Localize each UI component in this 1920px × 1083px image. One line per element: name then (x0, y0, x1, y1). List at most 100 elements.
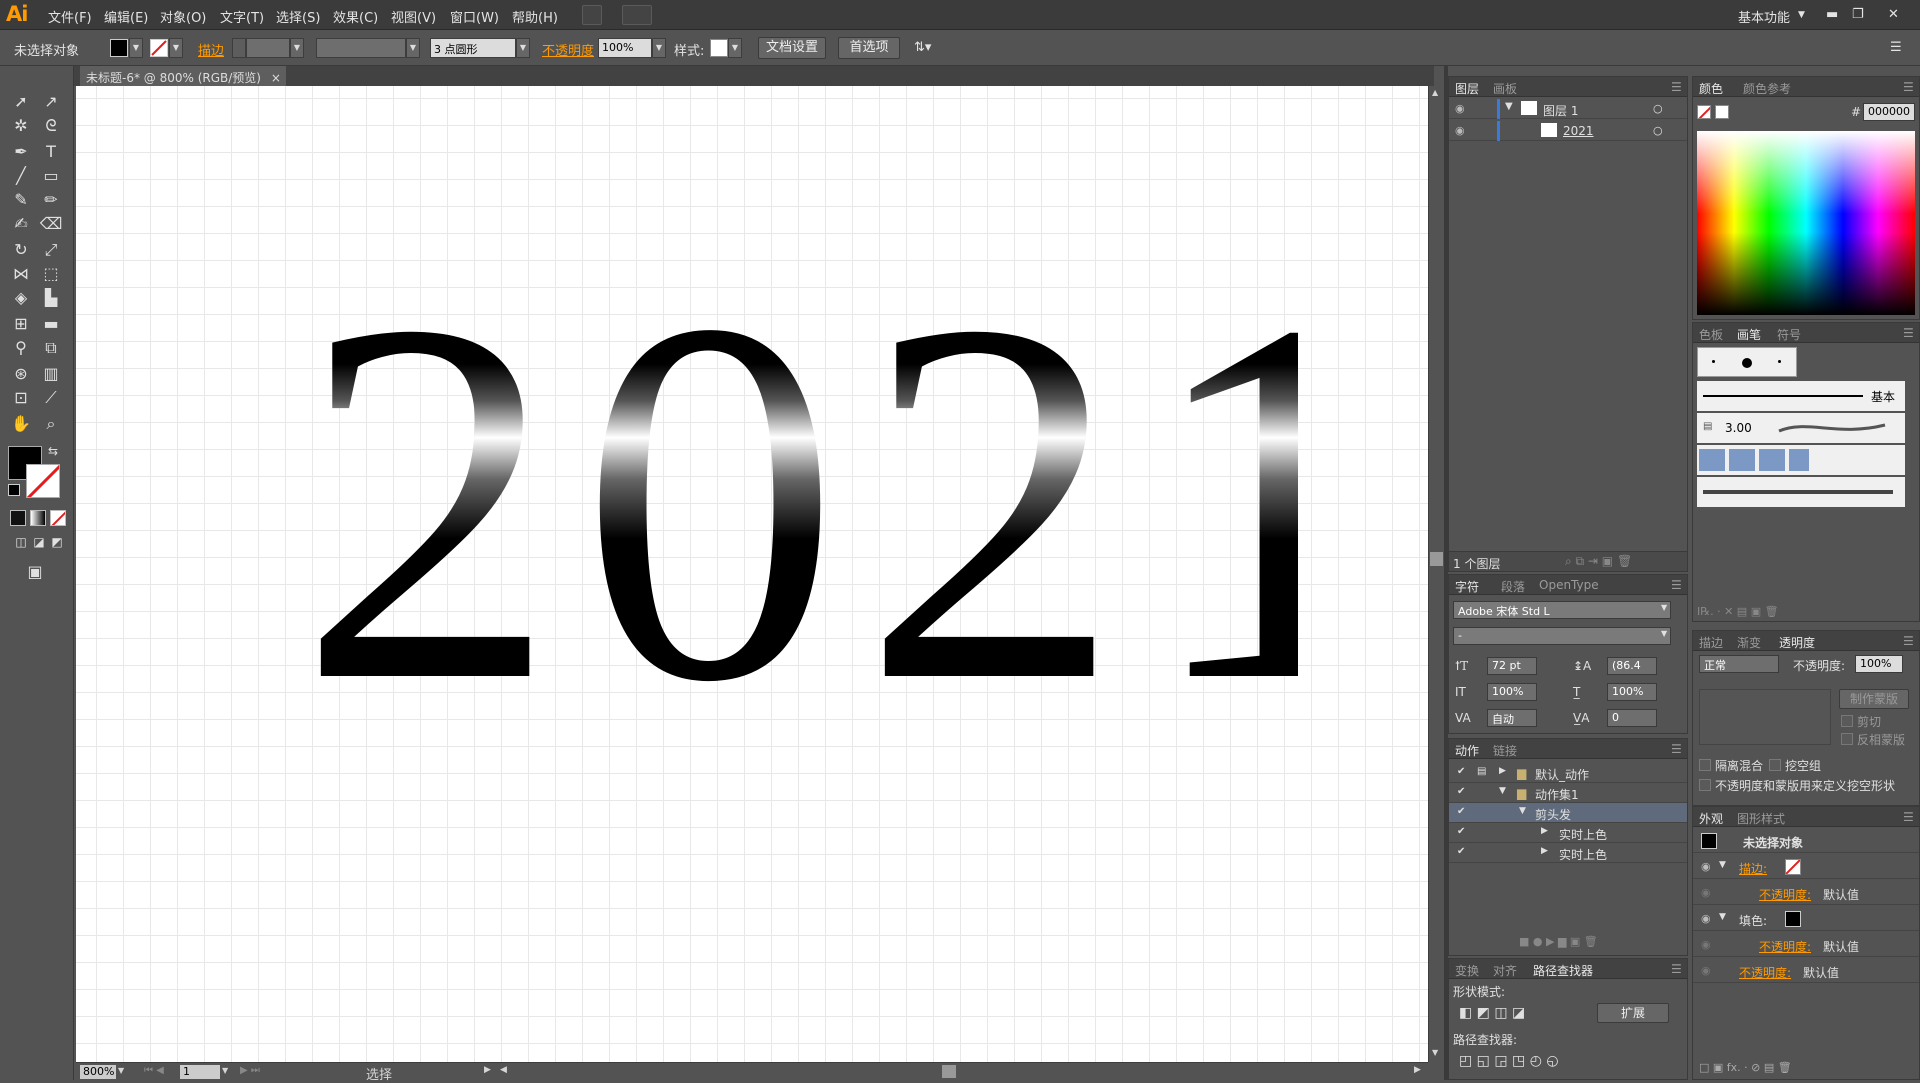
check-icon[interactable]: ✔ (1457, 766, 1465, 777)
object-opacity-row[interactable]: ◉ 不透明度: 默认值 (1693, 959, 1919, 983)
style-dropdown[interactable]: ▼ (728, 38, 742, 58)
color-spectrum[interactable] (1697, 131, 1915, 315)
expand-arrow-icon[interactable]: ▼ (1719, 860, 1726, 870)
tab-paragraph[interactable]: 段落 (1501, 578, 1525, 595)
stroke-weight-dropdown[interactable]: ▼ (290, 38, 304, 58)
arrange-documents-button[interactable] (622, 5, 652, 25)
tab-character[interactable]: 字符 (1455, 578, 1479, 595)
close-tab-icon[interactable]: × (271, 71, 281, 85)
knockout-group-checkbox[interactable] (1769, 759, 1781, 771)
action-controls-icons[interactable]: ■ ● ▶ ▆ ▣ 🗑 (1519, 935, 1598, 948)
opacity-mask-knockout-checkbox[interactable] (1699, 779, 1711, 791)
action-step-row[interactable]: ✔ ▶ 实时上色 (1449, 843, 1687, 863)
none-swatch[interactable] (1697, 105, 1711, 119)
panel-menu-icon[interactable]: ☰ (1671, 742, 1682, 756)
stroke-opacity-label[interactable]: 不透明度: (1759, 886, 1811, 903)
layer-name[interactable]: 图层 1 (1543, 102, 1578, 119)
opacity-label[interactable]: 不透明度 (542, 40, 594, 59)
tab-opentype[interactable]: OpenType (1539, 578, 1599, 592)
line-tool-icon[interactable]: ╱ (8, 164, 34, 188)
width-tool-icon[interactable]: ⋈ (8, 262, 34, 286)
fill-label[interactable]: 填色: (1739, 912, 1767, 929)
stroke-label[interactable]: 描边 (198, 40, 224, 59)
visibility-eye-icon[interactable]: ◉ (1701, 860, 1711, 873)
variable-width-profile[interactable] (316, 38, 406, 58)
panel-menu-icon[interactable]: ☰ (1903, 326, 1914, 340)
status-menu-icon[interactable]: ▶ (484, 1065, 491, 1075)
document-tab[interactable]: 未标题-6* @ 800% (RGB/预览) × (80, 66, 286, 86)
screen-mode-icon[interactable]: ▣ (22, 560, 48, 584)
action-set-row[interactable]: ✔ ▼ ▆ 动作集1 (1449, 783, 1687, 803)
layer-row[interactable]: ◉ 2021 ○ (1449, 121, 1687, 141)
fill-opacity-row[interactable]: ◉ 不透明度: 默认值 (1693, 933, 1919, 957)
blob-brush-tool-icon[interactable]: ✍ (8, 212, 34, 236)
selection-tool-icon[interactable]: ➚ (8, 90, 34, 114)
panel-menu-icon[interactable]: ☰ (1671, 578, 1682, 592)
scroll-right-icon[interactable]: ▶ (1414, 1065, 1421, 1075)
hex-input[interactable]: 000000 (1863, 103, 1915, 121)
panel-menu-icon[interactable]: ☰ (1671, 80, 1682, 94)
opacity-dropdown[interactable]: ▼ (652, 38, 666, 58)
object-name[interactable]: 2021 (1563, 124, 1594, 138)
menu-window[interactable]: 窗口(W) (450, 7, 499, 26)
scroll-down-icon[interactable]: ▼ (1432, 1048, 1438, 1057)
pencil-tool-icon[interactable]: ✏ (38, 188, 64, 212)
artboard-tool-icon[interactable]: ⊡ (8, 386, 34, 410)
tab-stroke[interactable]: 描边 (1699, 634, 1723, 651)
tab-color-guide[interactable]: 颜色参考 (1743, 80, 1791, 97)
tracking-input[interactable]: 0 (1607, 709, 1657, 727)
close-icon[interactable]: ✕ (1888, 7, 1899, 22)
stroke-weight-stepper[interactable] (232, 38, 246, 58)
layer-action-icons[interactable]: ⌕ ⧉ ⇥ ▣ 🗑 (1565, 554, 1632, 569)
graph-tool-icon[interactable]: ▙ (38, 286, 64, 310)
lasso-tool-icon[interactable]: ᘓ (38, 114, 64, 138)
stroke-label[interactable]: 描边: (1739, 860, 1767, 877)
pen-tool-icon[interactable]: ✒ (8, 140, 34, 164)
vertical-scale-input[interactable]: 100% (1487, 683, 1537, 701)
tab-links[interactable]: 链接 (1493, 742, 1517, 759)
appearance-footer-icons[interactable]: □ ▣ fx. · ⊘ ▤ 🗑 (1699, 1061, 1792, 1074)
check-icon[interactable]: ✔ (1457, 846, 1465, 857)
column-graph-tool-icon[interactable]: ▥ (38, 362, 64, 386)
chevron-down-icon[interactable]: ▼ (1661, 603, 1667, 612)
tab-graphic-styles[interactable]: 图形样式 (1737, 810, 1785, 827)
leading-input[interactable]: (86.4 (1607, 657, 1657, 675)
horizontal-scroll-thumb[interactable] (942, 1065, 956, 1078)
brush-footer-icons[interactable]: I℞. · ✕ ▤ ▣ 🗑 (1697, 605, 1779, 618)
tab-align[interactable]: 对齐 (1493, 962, 1517, 979)
visibility-eye-icon[interactable]: ◉ (1455, 124, 1465, 137)
visibility-eye-icon[interactable]: ◉ (1455, 102, 1465, 115)
first-artboard-icon[interactable]: ⏮ ◀ (144, 1065, 164, 1076)
dialog-toggle-icon[interactable]: ▤ (1477, 766, 1486, 777)
fill-opacity-label[interactable]: 不透明度: (1759, 938, 1811, 955)
expand-arrow-icon[interactable]: ▼ (1519, 806, 1526, 816)
clip-checkbox[interactable] (1841, 715, 1853, 727)
rotate-tool-icon[interactable]: ↻ (8, 238, 34, 262)
scroll-up-icon[interactable]: ▲ (1432, 88, 1438, 97)
blend-mode-select[interactable]: 正常 (1699, 655, 1779, 673)
tab-appearance[interactable]: 外观 (1699, 810, 1723, 827)
check-icon[interactable]: ✔ (1457, 806, 1465, 817)
stroke-swatch[interactable] (150, 39, 168, 57)
expand-button[interactable]: 扩展 (1597, 1003, 1669, 1023)
next-artboard-icon[interactable]: ▶ ⏭ (240, 1065, 260, 1076)
color-mode-icon[interactable] (10, 510, 26, 526)
target-circle-icon[interactable]: ○ (1653, 102, 1663, 115)
restore-icon[interactable]: ❐ (1852, 7, 1864, 22)
brush-pattern[interactable] (1697, 445, 1905, 475)
zoom-tool-icon[interactable]: ⌕ (38, 412, 64, 436)
make-mask-button[interactable]: 制作蒙版 (1839, 689, 1909, 709)
tab-swatches[interactable]: 色板 (1699, 326, 1723, 343)
brush-basic[interactable]: 基本 (1697, 381, 1905, 411)
invert-mask-checkbox[interactable] (1841, 733, 1853, 745)
scroll-left-icon[interactable]: ◀ (500, 1065, 507, 1075)
menu-file[interactable]: 文件(F) (48, 7, 92, 26)
arrange-icon[interactable]: ⇅▾ (914, 40, 931, 55)
shape-mode-icons[interactable]: ◧ ◩ ◫ ◪ (1459, 1005, 1525, 1021)
none-mode-icon[interactable] (50, 510, 66, 526)
fill-dropdown[interactable]: ▼ (129, 38, 143, 58)
action-set-row[interactable]: ✔ ▤ ▶ ▆ 默认_动作 (1449, 763, 1687, 783)
font-family-select[interactable]: Adobe 宋体 Std L (1453, 601, 1671, 619)
magic-wand-tool-icon[interactable]: ✲ (8, 114, 34, 138)
stroke-none-swatch[interactable] (1785, 859, 1801, 875)
